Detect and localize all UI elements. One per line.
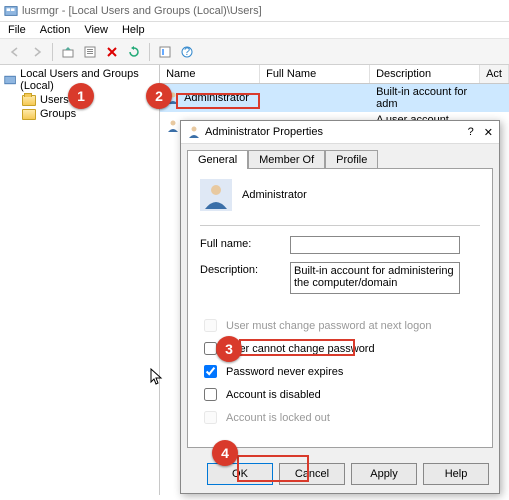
tab-profile[interactable]: Profile <box>325 150 378 169</box>
user-icon <box>187 125 201 139</box>
tab-memberof[interactable]: Member Of <box>248 150 325 169</box>
checkbox-locked: Account is locked out <box>200 408 480 427</box>
cell-desc: Built-in account for adm <box>376 86 474 110</box>
checkbox-neverexpire-input[interactable] <box>204 365 217 378</box>
checkbox-neverexpire[interactable]: Password never expires <box>200 362 480 381</box>
menu-file[interactable]: File <box>8 24 26 36</box>
forward-button <box>26 42 48 62</box>
fullname-field[interactable] <box>290 236 460 254</box>
checkbox-locked-label: Account is locked out <box>226 412 330 424</box>
cell-name: Administrator <box>184 92 249 104</box>
tree-item-label: Groups <box>40 108 76 120</box>
user-icon <box>166 91 180 105</box>
user-large-icon <box>200 179 232 211</box>
tree-root-label: Local Users and Groups (Local) <box>20 68 155 92</box>
checkbox-mustchange-input <box>204 319 217 332</box>
tree-item-label: Users <box>40 94 69 106</box>
help-button[interactable]: ? <box>176 42 198 62</box>
toolbar-separator <box>149 43 150 61</box>
close-icon[interactable]: ✕ <box>484 126 493 139</box>
help-icon[interactable]: ? <box>468 126 474 138</box>
menu-help[interactable]: Help <box>122 24 145 36</box>
svg-text:?: ? <box>184 46 190 58</box>
window-titlebar: lusrmgr - [Local Users and Groups (Local… <box>0 0 509 22</box>
list-header: Name Full Name Description Act <box>160 65 509 84</box>
checkbox-cannotchange[interactable]: User cannot change password <box>200 339 480 358</box>
checkbox-disabled-input[interactable] <box>204 388 217 401</box>
checkbox-cannotchange-label: User cannot change password <box>226 343 375 355</box>
toolbar: ? <box>0 39 509 65</box>
description-label: Description: <box>200 262 280 276</box>
dialog-button-row: OK Cancel Apply Help <box>181 455 499 493</box>
col-actions[interactable]: Act <box>480 65 509 83</box>
menu-bar: File Action View Help <box>0 22 509 39</box>
up-button[interactable] <box>57 42 79 62</box>
list-row-administrator[interactable]: Administrator Built-in account for adm <box>160 84 509 112</box>
dialog-tabs: General Member Of Profile <box>181 144 499 169</box>
dialog-title: Administrator Properties <box>205 126 323 138</box>
lusrmgr-icon <box>4 73 16 87</box>
col-description[interactable]: Description <box>370 65 480 83</box>
tree-root[interactable]: Local Users and Groups (Local) <box>2 67 157 93</box>
tab-general-body: Administrator Full name: Description: Us… <box>187 168 493 448</box>
checkbox-disabled-label: Account is disabled <box>226 389 321 401</box>
checkbox-disabled[interactable]: Account is disabled <box>200 385 480 404</box>
properties-dialog: Administrator Properties ? ✕ General Mem… <box>180 120 500 494</box>
dialog-username: Administrator <box>242 189 307 201</box>
description-field[interactable] <box>290 262 460 294</box>
dialog-titlebar: Administrator Properties ? ✕ <box>181 121 499 144</box>
menu-view[interactable]: View <box>84 24 108 36</box>
apply-button[interactable]: Apply <box>351 463 417 485</box>
fullname-label: Full name: <box>200 236 280 250</box>
folder-icon <box>22 109 36 120</box>
user-icon <box>166 119 180 133</box>
mouse-cursor-icon <box>150 368 164 386</box>
export-button[interactable] <box>154 42 176 62</box>
tree-item-users[interactable]: Users <box>2 93 157 107</box>
toolbar-separator <box>52 43 53 61</box>
folder-open-icon <box>22 95 36 106</box>
tree-item-groups[interactable]: Groups <box>2 107 157 121</box>
ok-button[interactable]: OK <box>207 463 273 485</box>
back-button <box>4 42 26 62</box>
window-title: lusrmgr - [Local Users and Groups (Local… <box>22 5 262 17</box>
refresh-button[interactable] <box>123 42 145 62</box>
checkbox-mustchange: User must change password at next logon <box>200 316 480 335</box>
menu-action[interactable]: Action <box>40 24 71 36</box>
properties-button[interactable] <box>79 42 101 62</box>
checkbox-mustchange-label: User must change password at next logon <box>226 320 431 332</box>
col-fullname[interactable]: Full Name <box>260 65 370 83</box>
delete-button[interactable] <box>101 42 123 62</box>
cancel-button[interactable]: Cancel <box>279 463 345 485</box>
checkbox-cannotchange-input[interactable] <box>204 342 217 355</box>
help-button[interactable]: Help <box>423 463 489 485</box>
checkbox-locked-input <box>204 411 217 424</box>
tree-panel: Local Users and Groups (Local) Users Gro… <box>0 65 160 495</box>
checkbox-neverexpire-label: Password never expires <box>226 366 343 378</box>
lusrmgr-icon <box>4 4 18 18</box>
tab-general[interactable]: General <box>187 150 248 169</box>
col-name[interactable]: Name <box>160 65 260 83</box>
